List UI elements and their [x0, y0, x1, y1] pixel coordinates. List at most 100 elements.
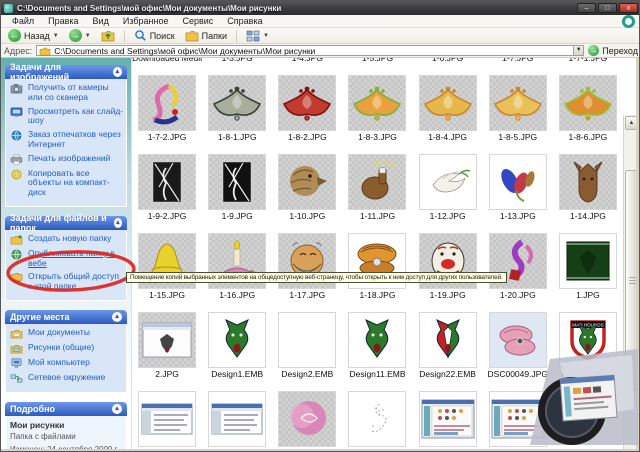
views-dropdown-icon[interactable]: ▼: [263, 33, 269, 39]
chevron-up-icon[interactable]: ▴: [112, 67, 122, 77]
file-item[interactable]: 1-20.JPG: [483, 229, 553, 302]
file-item[interactable]: 1-9-2.JPG: [132, 150, 202, 223]
file-item[interactable]: 1-19.JPG: [413, 229, 483, 302]
folders-icon: [185, 31, 199, 42]
panel-header[interactable]: Другие места ▴: [5, 309, 127, 324]
minimize-button[interactable]: –: [577, 3, 596, 13]
views-button[interactable]: ▼: [243, 28, 272, 43]
file-item[interactable]: 1-3.JPG: [202, 58, 272, 65]
up-button[interactable]: [98, 28, 118, 43]
share-icon: [10, 272, 24, 284]
task-link-0-0[interactable]: Получить от камеры или со сканера: [10, 82, 124, 103]
file-name: Design2.EMB: [281, 369, 334, 379]
task-link-0-3[interactable]: Печать изображений: [10, 153, 124, 165]
file-item[interactable]: 1-10.JPG: [272, 150, 342, 223]
file-item[interactable]: 1-11.JPG: [342, 150, 412, 223]
file-item[interactable]: Design11.EMB: [342, 308, 412, 381]
file-item[interactable]: 1-8-1.JPG: [202, 71, 272, 144]
file-item[interactable]: новый-1.cpt: [342, 387, 412, 449]
task-link-1-1[interactable]: Опубликовать папку в вебе: [10, 248, 124, 269]
file-grid: Downloaded Media 1-3.JPG 1-4.JPG 1-5.JPG 1-6…: [131, 58, 623, 449]
file-item[interactable]: Безымянный2.bmp: [132, 387, 202, 449]
back-button[interactable]: ← Назад ▼: [5, 28, 62, 43]
explorer-window: C:\Documents and Settings\мой офис\Мои д…: [0, 0, 640, 452]
title-bar[interactable]: C:\Documents and Settings\мой офис\Мои д…: [1, 1, 639, 15]
file-item[interactable]: Безымянный.JPG: [272, 387, 342, 449]
file-item[interactable]: 1-5.JPG: [342, 58, 412, 65]
panel-header[interactable]: Задачи для изображений ▴: [5, 62, 127, 82]
file-item[interactable]: Design2.EMB: [272, 308, 342, 381]
task-link-1-0[interactable]: Создать новую папку: [10, 233, 124, 245]
thumbnail-image: MAD HOUNDS: [558, 312, 617, 368]
menu-item-1[interactable]: Правка: [41, 16, 85, 26]
file-item[interactable]: 1-6.JPG: [413, 58, 483, 65]
file-item[interactable]: MAD HOUNDS goncaya.EMB: [553, 308, 623, 381]
task-link-0-2[interactable]: Заказ отпечатков через Интернет: [10, 129, 124, 150]
thumbnail-image: [418, 312, 477, 368]
address-dropdown-icon[interactable]: ▼: [573, 46, 584, 55]
file-item[interactable]: DSC00049.JPG: [483, 308, 553, 381]
panel-header[interactable]: Подробно ▴: [5, 401, 127, 416]
file-item[interactable]: Безымянный.bmp: [202, 387, 272, 449]
file-item[interactable]: Downloaded Media: [132, 58, 202, 65]
file-item[interactable]: 1-12.JPG: [413, 150, 483, 223]
file-item[interactable]: 1-15.JPG: [132, 229, 202, 302]
details-folder-name: Мои рисунки: [10, 419, 65, 430]
file-item[interactable]: 2.JPG: [132, 308, 202, 381]
file-item[interactable]: 1-8-6.JPG: [553, 71, 623, 144]
file-name: 1-16.JPG: [219, 290, 256, 300]
file-item[interactable]: 10.JPG: [483, 387, 553, 449]
file-name: Design22.EMB: [419, 369, 476, 379]
file-item[interactable]: 1-8-2.JPG: [272, 71, 342, 144]
file-item[interactable]: 1-8-3.JPG: [342, 71, 412, 144]
thumbnail-image: [488, 391, 547, 447]
menu-item-4[interactable]: Сервис: [175, 16, 220, 26]
file-item[interactable]: 1-18.JPG: [342, 229, 412, 302]
task-link-2-0[interactable]: Мои документы: [10, 327, 124, 339]
back-dropdown-icon[interactable]: ▼: [53, 33, 59, 39]
file-item[interactable]: 1-17.JPG: [272, 229, 342, 302]
task-link-1-2[interactable]: Открыть общий доступ к этой папке: [10, 272, 124, 292]
file-item[interactable]: 1-13.JPG: [483, 150, 553, 223]
go-button[interactable]: → Переход: [588, 45, 638, 56]
menu-item-2[interactable]: Вид: [86, 16, 116, 26]
file-item[interactable]: 1-8-5.JPG: [483, 71, 553, 144]
maximize-button[interactable]: □: [598, 3, 617, 13]
address-input[interactable]: C:\Documents and Settings\мой офис\Мои д…: [36, 45, 585, 56]
task-link-2-3[interactable]: Сетевое окружение: [10, 372, 124, 384]
forward-dropdown-icon[interactable]: ▼: [85, 33, 91, 39]
task-link-2-2[interactable]: Мой компьютер: [10, 357, 124, 369]
task-link-0-1[interactable]: Просмотреть как слайд-шоу: [10, 106, 124, 127]
panel-header[interactable]: Задачи для файлов и папок ▴: [5, 213, 127, 233]
file-item[interactable]: Design22.EMB: [413, 308, 483, 381]
file-name: 1-20.JPG: [499, 290, 536, 300]
file-item[interactable]: 1-9.JPG: [202, 150, 272, 223]
thumbnail-image: [138, 154, 197, 210]
file-item[interactable]: 1-7-2.JPG: [132, 71, 202, 144]
file-item[interactable]: 1-7-1.JPG: [553, 58, 623, 65]
task-link-0-4[interactable]: Копировать все объекты на компакт-диск: [10, 168, 124, 198]
address-bar: Адрес: C:\Documents and Settings\мой офи…: [1, 44, 639, 58]
file-item[interactable]: 1.JPG: [553, 229, 623, 302]
search-button[interactable]: Поиск: [131, 28, 178, 43]
file-item[interactable]: Design1.EMB: [202, 308, 272, 381]
chevron-up-icon[interactable]: ▴: [112, 311, 122, 322]
task-link-2-1[interactable]: Рисунки (общие): [10, 342, 124, 354]
file-item[interactable]: 9.JPG: [413, 387, 483, 449]
chevron-up-icon[interactable]: ▴: [113, 217, 122, 228]
file-item[interactable]: 1-4.JPG: [272, 58, 342, 65]
file-item[interactable]: 1-8-4.JPG: [413, 71, 483, 144]
menu-item-3[interactable]: Избранное: [116, 16, 176, 26]
file-item[interactable]: 1-16.JPG: [202, 229, 272, 302]
menu-item-5[interactable]: Справка: [220, 16, 269, 26]
folders-button[interactable]: Папки: [182, 28, 230, 43]
menu-item-0[interactable]: Файл: [5, 16, 41, 26]
file-row-2: 1-9-2.JPG 1-9.JPG 1-10.JPG 1-11.JPG 1-12.JPG…: [132, 150, 623, 223]
close-button[interactable]: x: [619, 3, 638, 13]
file-item[interactable]: 1-7.JPG: [483, 58, 553, 65]
forward-button[interactable]: → ▼: [66, 28, 94, 43]
go-icon: →: [588, 45, 600, 56]
address-folder-icon: [39, 47, 51, 55]
file-item[interactable]: 1-14.JPG: [553, 150, 623, 223]
chevron-up-icon[interactable]: ▴: [112, 403, 122, 414]
